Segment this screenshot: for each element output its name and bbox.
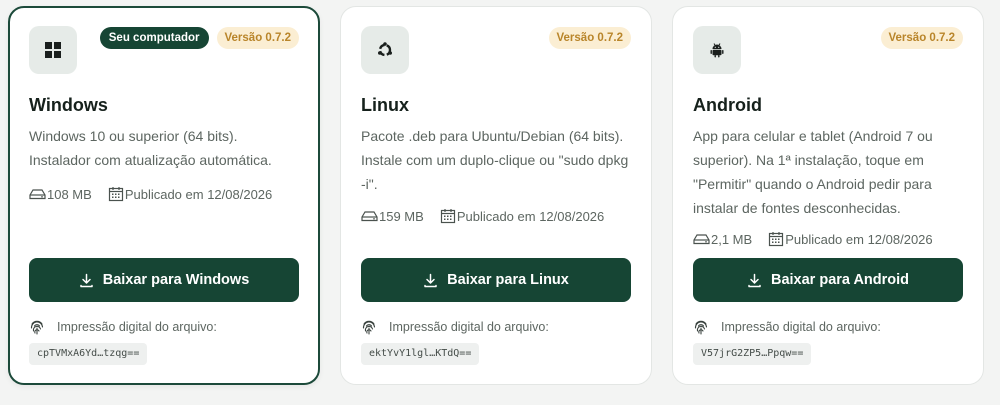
fingerprint-label-text: Impressão digital do arquivo: [57, 320, 217, 334]
download-card-android: Versão 0.7.2 Android App para celular e … [672, 6, 984, 385]
hard-drive-icon [29, 188, 46, 200]
file-meta: 2,1 MB Publicado em 12/08/2026 [693, 231, 933, 247]
calendar-icon [768, 231, 784, 247]
badges: Versão 0.7.2 [880, 27, 963, 49]
ubuntu-logo-icon [361, 26, 409, 74]
download-android-button[interactable]: Baixar para Android [693, 258, 963, 302]
file-size: 2,1 MB [711, 231, 753, 247]
card-description: Windows 10 ou superior (64 bits). Instal… [29, 128, 272, 168]
fingerprint-label-text: Impressão digital do arquivo: [721, 320, 881, 334]
windows-logo-icon [29, 26, 77, 74]
hard-drive-icon [361, 210, 378, 222]
version-badge: Versão 0.7.2 [216, 27, 299, 49]
published-date: Publicado em 12/08/2026 [456, 208, 605, 224]
download-windows-button[interactable]: Baixar para Windows [29, 258, 299, 302]
fingerprint-icon [693, 319, 709, 335]
fingerprint-label: Impressão digital do arquivo: [693, 319, 881, 335]
fingerprint-icon [361, 319, 377, 335]
card-title: Linux [361, 95, 409, 115]
download-button-label: Baixar para Android [770, 272, 910, 288]
download-button-label: Baixar para Linux [447, 272, 569, 288]
file-size: 108 MB [47, 186, 92, 202]
fingerprint-code[interactable]: ektYvY1lgl…KTdQ== [361, 343, 480, 365]
badges: Versão 0.7.2 [548, 27, 631, 49]
hard-drive-icon [693, 233, 710, 245]
download-icon [748, 273, 761, 287]
fingerprint-code[interactable]: V57jrG2ZP5…Ppqw== [693, 343, 812, 365]
fingerprint-label: Impressão digital do arquivo: [361, 319, 549, 335]
published-date: Publicado em 12/08/2026 [124, 186, 273, 202]
card-title: Windows [29, 95, 108, 115]
version-badge: Versão 0.7.2 [880, 27, 963, 49]
calendar-icon [108, 186, 124, 202]
download-card-windows: Seu computador Versão 0.7.2 Windows Wind… [8, 6, 320, 385]
fingerprint-icon [29, 319, 45, 335]
file-size: 159 MB [379, 208, 424, 224]
card-description: App para celular e tablet (Android 7 ou … [693, 128, 933, 216]
card-description: Pacote .deb para Ubuntu/Debian (64 bits)… [361, 128, 629, 192]
download-icon [79, 273, 93, 287]
card-title: Android [693, 95, 762, 115]
fingerprint-code[interactable]: cpTVMxA6Yd…tzqg== [29, 343, 148, 365]
calendar-icon [440, 208, 456, 224]
download-button-label: Baixar para Windows [102, 272, 250, 288]
download-icon [424, 273, 437, 287]
fingerprint-label-text: Impressão digital do arquivo: [389, 320, 549, 334]
version-badge: Versão 0.7.2 [548, 27, 631, 49]
download-linux-button[interactable]: Baixar para Linux [361, 258, 631, 302]
file-meta: 108 MB Publicado em 12/08/2026 [29, 186, 272, 202]
badges: Seu computador Versão 0.7.2 [99, 27, 299, 49]
current-computer-badge: Seu computador [99, 27, 209, 49]
android-logo-icon [693, 26, 741, 74]
file-meta: 159 MB Publicado em 12/08/2026 [361, 208, 604, 224]
fingerprint-label: Impressão digital do arquivo: [29, 319, 217, 335]
download-card-linux: Versão 0.7.2 Linux Pacote .deb para Ubun… [340, 6, 652, 385]
published-date: Publicado em 12/08/2026 [785, 231, 933, 247]
